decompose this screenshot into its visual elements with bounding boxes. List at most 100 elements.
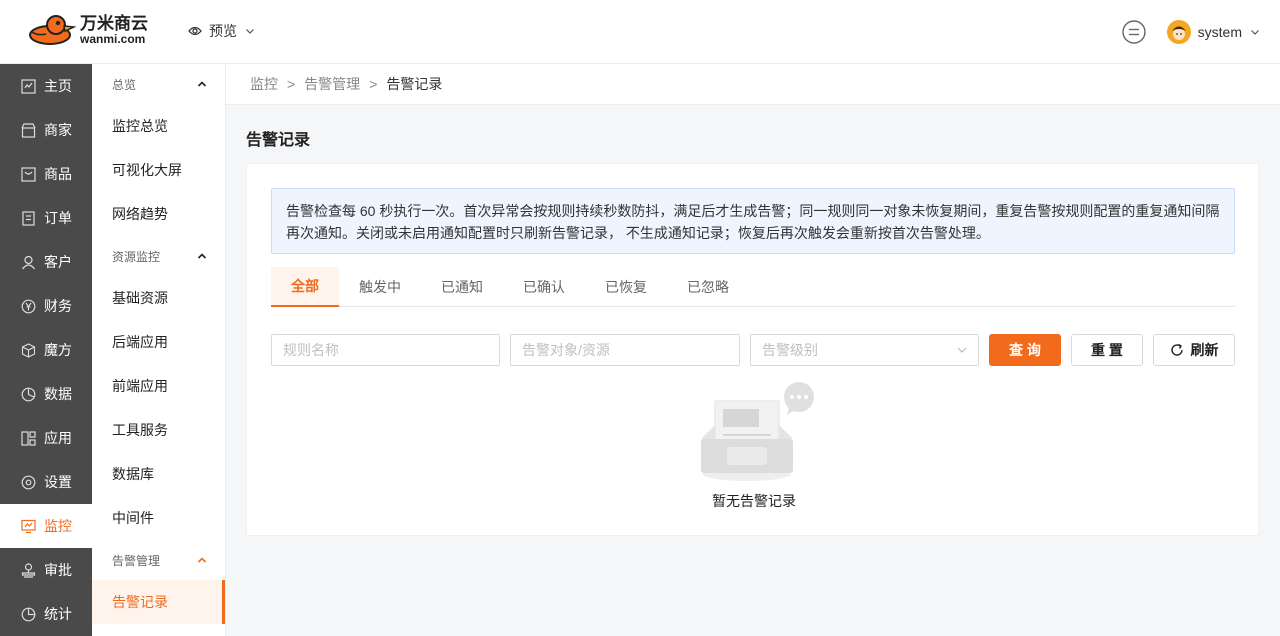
customer-icon — [20, 254, 36, 270]
reset-button[interactable]: 重 置 — [1071, 334, 1143, 366]
duck-logo-icon — [29, 15, 76, 45]
subnav-group-alert[interactable]: 告警管理 — [92, 540, 225, 580]
subnav-group-label: 总览 — [112, 77, 137, 92]
sidebar-item-label: 魔方 — [44, 342, 72, 358]
user-menu[interactable]: system — [1166, 20, 1260, 44]
alert-target-input[interactable] — [510, 334, 740, 366]
subnav-item-frontend-app[interactable]: 前端应用 — [92, 364, 225, 408]
tab-ignored[interactable]: 已忽略 — [667, 267, 749, 307]
app-icon — [20, 430, 36, 446]
chevron-down-icon — [245, 26, 255, 36]
tab-all[interactable]: 全部 — [271, 267, 339, 307]
query-button[interactable]: 查 询 — [989, 334, 1061, 366]
subnav-item-tool-service[interactable]: 工具服务 — [92, 408, 225, 452]
sub-navigation: 总览 监控总览 可视化大屏 网络趋势 资源监控 基础资源 后端应用 前端应用 工… — [92, 64, 226, 636]
sidebar-item-finance[interactable]: 财务 — [0, 284, 92, 328]
subnav-group-overview[interactable]: 总览 — [92, 64, 225, 104]
refresh-label: 刷新 — [1190, 342, 1219, 358]
chevron-up-icon — [197, 555, 207, 565]
user-name: system — [1197, 24, 1242, 40]
status-tabs: 全部 触发中 已通知 已确认 已恢复 已忽略 — [271, 267, 1235, 307]
alert-level-placeholder: 告警级别 — [762, 342, 818, 358]
content-card: 告警检查每 60 秒执行一次。首次异常会按规则持续秒数防抖，满足后才生成告警；同… — [246, 163, 1259, 536]
shop-icon — [20, 122, 36, 138]
subnav-item-basic-resource[interactable]: 基础资源 — [92, 276, 225, 320]
sidebar-item-cube[interactable]: 魔方 — [0, 328, 92, 372]
sidebar-item-label: 数据 — [44, 386, 72, 402]
preview-dropdown[interactable]: 预览 — [188, 21, 255, 41]
subnav-item-network-trend[interactable]: 网络趋势 — [92, 192, 225, 236]
filter-bar: 告警级别 查 询 重 置 刷新 — [271, 334, 1235, 366]
eye-icon — [188, 24, 202, 38]
page-title: 告警记录 — [246, 132, 311, 149]
empty-text: 暂无告警记录 — [712, 493, 796, 509]
tab-confirmed[interactable]: 已确认 — [503, 267, 585, 307]
subnav-item-big-screen[interactable]: 可视化大屏 — [92, 148, 225, 192]
chevron-up-icon — [197, 251, 207, 261]
breadcrumb-separator: > — [369, 76, 378, 92]
sidebar-item-settings[interactable]: 设置 — [0, 460, 92, 504]
sidebar-item-merchant[interactable]: 商家 — [0, 108, 92, 152]
chevron-up-icon — [197, 79, 207, 89]
chevron-down-icon — [956, 344, 968, 356]
breadcrumb-separator: > — [287, 76, 296, 92]
tab-recovered[interactable]: 已恢复 — [585, 267, 667, 307]
subnav-group-label: 告警管理 — [112, 553, 161, 568]
sidebar-item-label: 订单 — [44, 210, 72, 226]
sidebar-item-label: 商家 — [44, 122, 72, 138]
sidebar-item-label: 审批 — [44, 562, 72, 578]
subnav-item-database[interactable]: 数据库 — [92, 452, 225, 496]
sidebar-item-label: 监控 — [44, 518, 72, 534]
subnav-item-middleware[interactable]: 中间件 — [92, 496, 225, 540]
cube-icon — [20, 342, 36, 358]
message-icon[interactable] — [1119, 17, 1149, 47]
brand-logo[interactable]: 万米商云 wanmi.com — [28, 14, 148, 46]
goods-icon — [20, 166, 36, 182]
tab-notified[interactable]: 已通知 — [421, 267, 503, 307]
home-icon — [20, 78, 36, 94]
sidebar-item-app[interactable]: 应用 — [0, 416, 92, 460]
sidebar-item-label: 应用 — [44, 430, 72, 446]
stats-icon — [20, 606, 36, 622]
sidebar-item-label: 商品 — [44, 166, 72, 182]
tab-triggering[interactable]: 触发中 — [339, 267, 421, 307]
subnav-item-monitor-overview[interactable]: 监控总览 — [92, 104, 225, 148]
sidebar-item-monitor[interactable]: 监控 — [0, 504, 92, 548]
sidebar-item-data[interactable]: 数据 — [0, 372, 92, 416]
breadcrumb-current: 告警记录 — [386, 76, 443, 92]
top-header: 万米商云 wanmi.com 预览 system — [0, 0, 1280, 64]
sidebar-item-label: 客户 — [44, 254, 72, 270]
order-icon — [20, 210, 36, 226]
main-sidebar: 主页 商家 商品 订单 客户 财务 魔方 数据 应用 设置 监控 审批 统计 — [0, 64, 92, 636]
breadcrumb-level2[interactable]: 告警管理 — [304, 74, 360, 94]
refresh-button[interactable]: 刷新 — [1153, 334, 1235, 366]
avatar — [1166, 20, 1191, 44]
subnav-group-resource[interactable]: 资源监控 — [92, 236, 225, 276]
sidebar-item-approve[interactable]: 审批 — [0, 548, 92, 592]
subnav-item-backend-app[interactable]: 后端应用 — [92, 320, 225, 364]
sidebar-item-label: 主页 — [44, 78, 72, 94]
sidebar-item-goods[interactable]: 商品 — [0, 152, 92, 196]
breadcrumb-level1[interactable]: 监控 — [250, 74, 278, 94]
sidebar-item-home[interactable]: 主页 — [0, 64, 92, 108]
logo-english: wanmi.com — [80, 32, 146, 46]
sidebar-item-order[interactable]: 订单 — [0, 196, 92, 240]
sidebar-item-label: 设置 — [44, 474, 72, 490]
finance-icon — [20, 298, 36, 314]
rule-name-input[interactable] — [271, 334, 500, 366]
sidebar-item-customer[interactable]: 客户 — [0, 240, 92, 284]
subnav-item-alert-records[interactable]: 告警记录 — [92, 580, 225, 624]
data-icon — [20, 386, 36, 402]
info-notice: 告警检查每 60 秒执行一次。首次异常会按规则持续秒数防抖，满足后才生成告警；同… — [271, 188, 1235, 254]
empty-state: 暂无告警记录 — [687, 379, 821, 511]
chevron-down-icon — [1250, 27, 1260, 37]
breadcrumb: 监控 > 告警管理 > 告警记录 — [226, 64, 1280, 105]
sidebar-item-stats[interactable]: 统计 — [0, 592, 92, 636]
logo-chinese: 万米商云 — [80, 14, 148, 33]
refresh-icon — [1170, 343, 1184, 357]
alert-level-select[interactable]: 告警级别 — [750, 334, 979, 366]
sidebar-item-label: 财务 — [44, 298, 72, 314]
approve-icon — [20, 562, 36, 578]
settings-icon — [20, 474, 36, 490]
subnav-group-label: 资源监控 — [112, 249, 161, 264]
